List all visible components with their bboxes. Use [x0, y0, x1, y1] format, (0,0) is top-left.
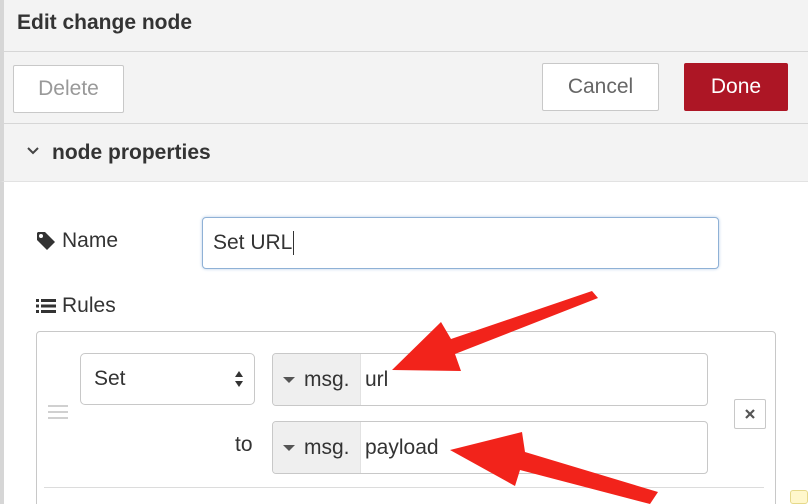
delete-button[interactable]: Delete [13, 65, 124, 113]
dialog-toolbar: Delete Cancel Done [0, 52, 808, 124]
rules-label-text: Rules [62, 294, 116, 317]
name-input[interactable]: Set URL [202, 217, 719, 269]
list-icon [36, 299, 56, 313]
target-value: url [365, 367, 389, 391]
rule-source-input[interactable]: msg. payload [272, 421, 708, 474]
name-label: Name [36, 229, 118, 253]
chevron-down-icon [27, 147, 39, 155]
caret-down-icon [283, 376, 295, 383]
done-button[interactable]: Done [684, 63, 788, 111]
caret-down-icon [283, 444, 295, 451]
dialog-title-bar: Edit change node [0, 0, 808, 52]
rule-action-select[interactable]: Set [80, 353, 255, 405]
source-type-dropdown[interactable]: msg. [273, 422, 361, 473]
target-type-prefix: msg. [304, 367, 350, 391]
source-type-prefix: msg. [304, 435, 350, 459]
rule-target-input[interactable]: msg. url [272, 353, 708, 406]
cancel-button[interactable]: Cancel [542, 63, 659, 111]
close-icon [745, 409, 755, 419]
name-label-text: Name [62, 229, 119, 252]
rule-divider [44, 487, 764, 488]
drag-handle-icon[interactable] [48, 405, 68, 419]
to-label: to [235, 433, 253, 456]
rule-action-value: Set [94, 367, 126, 390]
name-input-value: Set URL [213, 231, 293, 254]
dialog-title: Edit change node [17, 11, 193, 34]
target-type-dropdown[interactable]: msg. [273, 354, 361, 405]
select-arrows-icon [235, 371, 243, 387]
node-properties-header[interactable]: node properties [0, 124, 808, 182]
section-title: node properties [52, 141, 211, 164]
remove-rule-button[interactable] [734, 399, 766, 429]
tag-icon [37, 232, 55, 250]
source-value: payload [365, 435, 439, 459]
rules-label: Rules [36, 294, 116, 318]
corner-indicator [790, 490, 808, 504]
text-cursor [293, 231, 295, 255]
